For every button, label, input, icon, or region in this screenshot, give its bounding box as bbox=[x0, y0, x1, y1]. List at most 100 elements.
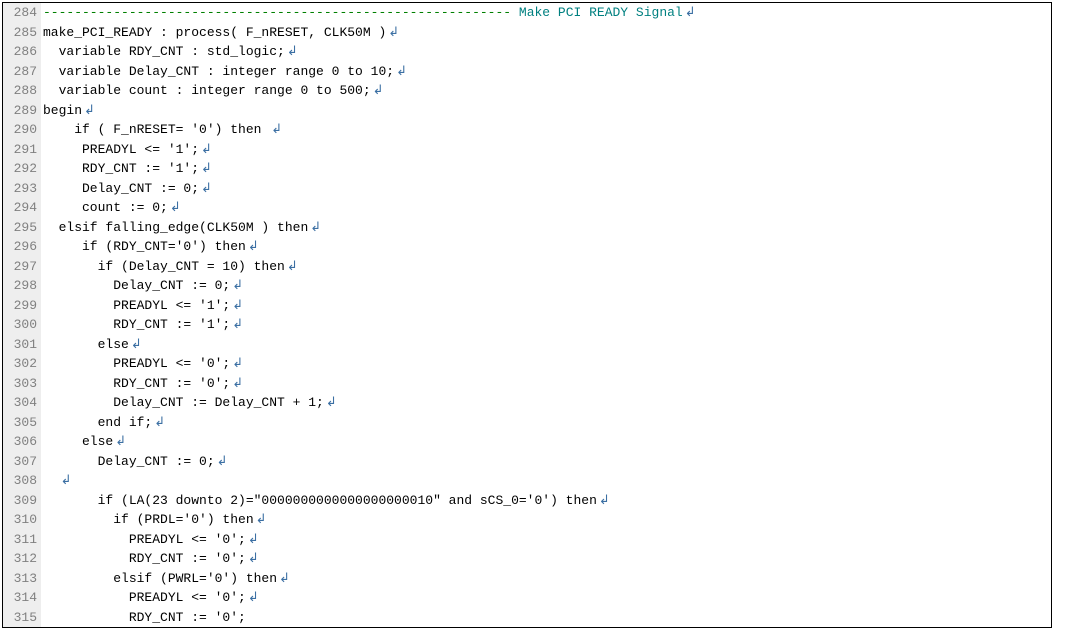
code-segment: Delay_CNT := Delay_CNT + 1; bbox=[43, 395, 324, 410]
code-text: variable RDY_CNT : std_logic;↲ bbox=[41, 42, 1051, 62]
line-number: 292 bbox=[3, 159, 41, 179]
line-number: 293 bbox=[3, 179, 41, 199]
code-line: 315 RDY_CNT := '0'; bbox=[3, 608, 1051, 628]
code-line: 295 elsif falling_edge(CLK50M ) then↲ bbox=[3, 218, 1051, 238]
eol-icon: ↲ bbox=[230, 317, 243, 332]
code-text: Delay_CNT := 0;↲ bbox=[41, 276, 1051, 296]
code-text: elsif falling_edge(CLK50M ) then↲ bbox=[41, 218, 1051, 238]
line-number: 291 bbox=[3, 140, 41, 160]
code-text: if ( F_nRESET= '0') then ↲ bbox=[41, 120, 1051, 140]
code-line: 294 count := 0;↲ bbox=[3, 198, 1051, 218]
line-number: 302 bbox=[3, 354, 41, 374]
code-text: if (PRDL='0') then↲ bbox=[41, 510, 1051, 530]
code-segment: PREADYL <= '0'; bbox=[43, 356, 230, 371]
code-segment: begin bbox=[43, 103, 82, 118]
code-line: 284-------------------------------------… bbox=[3, 3, 1051, 23]
eol-icon: ↲ bbox=[308, 220, 321, 235]
code-line: 309 if (LA(23 downto 2)="000000000000000… bbox=[3, 491, 1051, 511]
eol-icon: ↲ bbox=[113, 434, 126, 449]
eol-icon: ↲ bbox=[324, 395, 337, 410]
code-segment: variable count : integer range 0 to 500; bbox=[43, 83, 371, 98]
eol-icon: ↲ bbox=[254, 512, 267, 527]
eol-icon: ↲ bbox=[277, 571, 290, 586]
code-editor-frame: 284-------------------------------------… bbox=[2, 2, 1052, 628]
line-number: 306 bbox=[3, 432, 41, 452]
code-segment: if (LA(23 downto 2)="0000000000000000000… bbox=[43, 493, 597, 508]
code-segment: PREADYL <= '1'; bbox=[43, 142, 199, 157]
eol-icon: ↲ bbox=[246, 551, 259, 566]
line-number: 313 bbox=[3, 569, 41, 589]
eol-icon: ↲ bbox=[199, 181, 212, 196]
code-text: else↲ bbox=[41, 432, 1051, 452]
eol-icon: ↲ bbox=[246, 239, 259, 254]
code-segment: if (RDY_CNT='0') then bbox=[43, 239, 246, 254]
code-segment: Delay_CNT := 0; bbox=[43, 454, 215, 469]
eol-icon: ↲ bbox=[59, 473, 72, 488]
line-number: 299 bbox=[3, 296, 41, 316]
eol-icon: ↲ bbox=[230, 278, 243, 293]
eol-icon: ↲ bbox=[215, 454, 228, 469]
code-text: elsif (PWRL='0') then↲ bbox=[41, 569, 1051, 589]
code-segment: elsif falling_edge(CLK50M ) then bbox=[43, 220, 308, 235]
line-number: 307 bbox=[3, 452, 41, 472]
code-line: 297 if (Delay_CNT = 10) then↲ bbox=[3, 257, 1051, 277]
code-text: if (Delay_CNT = 10) then↲ bbox=[41, 257, 1051, 277]
eol-icon: ↲ bbox=[152, 415, 165, 430]
code-line: 293 Delay_CNT := 0;↲ bbox=[3, 179, 1051, 199]
eol-icon: ↲ bbox=[394, 64, 407, 79]
code-segment: end if; bbox=[43, 415, 152, 430]
code-text: variable Delay_CNT : integer range 0 to … bbox=[41, 62, 1051, 82]
code-line: 292 RDY_CNT := '1';↲ bbox=[3, 159, 1051, 179]
line-number: 285 bbox=[3, 23, 41, 43]
code-line: 296 if (RDY_CNT='0') then↲ bbox=[3, 237, 1051, 257]
line-number: 294 bbox=[3, 198, 41, 218]
line-number: 301 bbox=[3, 335, 41, 355]
line-number: 298 bbox=[3, 276, 41, 296]
eol-icon: ↲ bbox=[129, 337, 142, 352]
code-segment: Delay_CNT := 0; bbox=[43, 278, 230, 293]
eol-icon: ↲ bbox=[246, 590, 259, 605]
line-number: 314 bbox=[3, 588, 41, 608]
code-segment: variable Delay_CNT : integer range 0 to … bbox=[43, 64, 394, 79]
line-number: 303 bbox=[3, 374, 41, 394]
code-line: 290 if ( F_nRESET= '0') then ↲ bbox=[3, 120, 1051, 140]
code-line: 307 Delay_CNT := 0;↲ bbox=[3, 452, 1051, 472]
code-segment: variable RDY_CNT : std_logic; bbox=[43, 44, 285, 59]
code-text: RDY_CNT := '0';↲ bbox=[41, 549, 1051, 569]
eol-icon: ↲ bbox=[230, 298, 243, 313]
code-line: 303 RDY_CNT := '0';↲ bbox=[3, 374, 1051, 394]
code-line: 313 elsif (PWRL='0') then↲ bbox=[3, 569, 1051, 589]
code-line: 289begin↲ bbox=[3, 101, 1051, 121]
line-number: 300 bbox=[3, 315, 41, 335]
code-segment: elsif (PWRL='0') then bbox=[43, 571, 277, 586]
code-line: 304 Delay_CNT := Delay_CNT + 1;↲ bbox=[3, 393, 1051, 413]
code-line: 310 if (PRDL='0') then↲ bbox=[3, 510, 1051, 530]
code-text: Delay_CNT := 0;↲ bbox=[41, 452, 1051, 472]
code-line: 298 Delay_CNT := 0;↲ bbox=[3, 276, 1051, 296]
code-line: 300 RDY_CNT := '1';↲ bbox=[3, 315, 1051, 335]
line-number: 312 bbox=[3, 549, 41, 569]
code-text: Delay_CNT := 0;↲ bbox=[41, 179, 1051, 199]
code-text: PREADYL <= '1';↲ bbox=[41, 140, 1051, 160]
code-segment: count := 0; bbox=[43, 200, 168, 215]
code-segment: RDY_CNT := '1'; bbox=[43, 161, 199, 176]
code-segment: PREADYL <= '1'; bbox=[43, 298, 230, 313]
code-text: PREADYL <= '1';↲ bbox=[41, 296, 1051, 316]
code-line: 314 PREADYL <= '0';↲ bbox=[3, 588, 1051, 608]
line-number: 289 bbox=[3, 101, 41, 121]
eol-icon: ↲ bbox=[230, 376, 243, 391]
code-text: RDY_CNT := '0';↲ bbox=[41, 374, 1051, 394]
line-number: 305 bbox=[3, 413, 41, 433]
line-number: 290 bbox=[3, 120, 41, 140]
code-text: ↲ bbox=[41, 471, 1051, 491]
code-text: RDY_CNT := '0'; bbox=[41, 608, 1051, 628]
eol-icon: ↲ bbox=[597, 493, 610, 508]
code-text: make_PCI_READY : process( F_nRESET, CLK5… bbox=[41, 23, 1051, 43]
code-segment: PREADYL <= '0'; bbox=[43, 532, 246, 547]
code-segment: make_PCI_READY : process( F_nRESET, CLK5… bbox=[43, 25, 386, 40]
eol-icon: ↲ bbox=[285, 44, 298, 59]
code-segment bbox=[43, 473, 59, 488]
code-text: RDY_CNT := '1';↲ bbox=[41, 159, 1051, 179]
eol-icon: ↲ bbox=[246, 532, 259, 547]
code-line: 311 PREADYL <= '0';↲ bbox=[3, 530, 1051, 550]
